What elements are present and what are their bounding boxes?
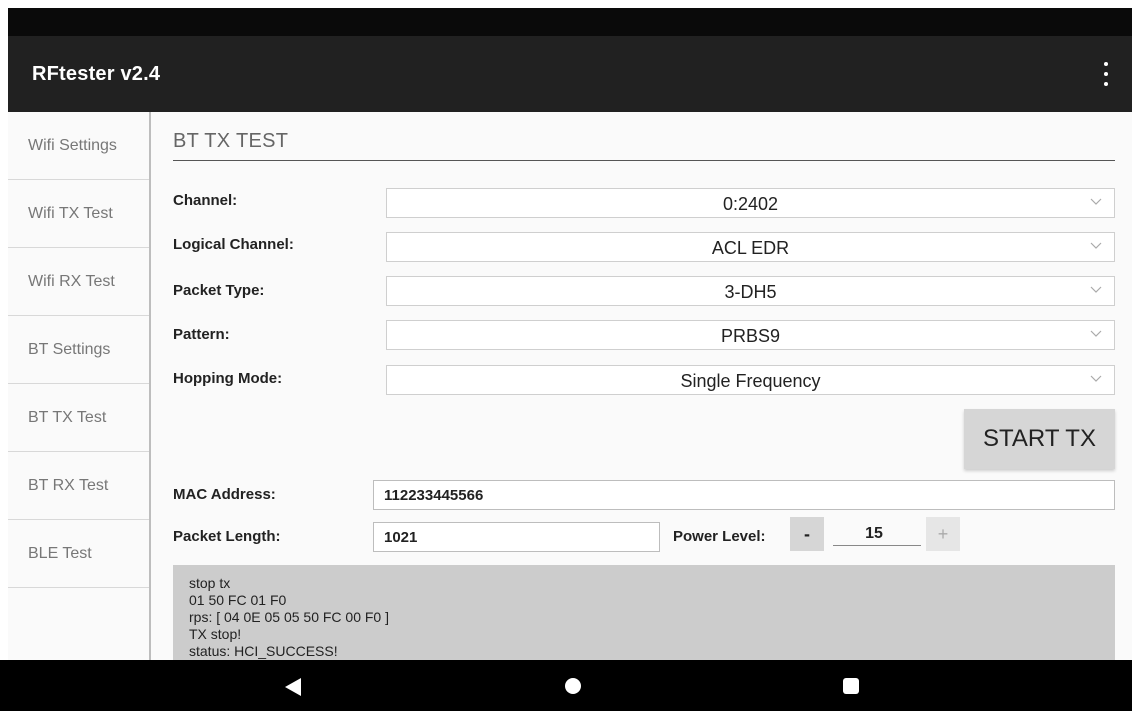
more-vert-icon[interactable] [1100,62,1112,86]
nav-recents-icon[interactable] [843,678,859,694]
packet-length-label: Packet Length: [173,528,281,545]
packet-type-value: 3-DH5 [724,282,777,302]
console-line: rps: [ 04 0E 05 05 50 FC 00 F0 ] [189,609,389,625]
start-tx-button[interactable]: START TX [964,409,1115,469]
power-level-label: Power Level: [673,528,766,545]
sidebar-item-bt-rx-test[interactable]: BT RX Test [8,452,149,520]
console-line: stop tx [189,575,231,591]
section-title: BT TX TEST [173,130,289,152]
console-line: TX stop! [189,626,242,642]
power-increase-button[interactable]: + [926,517,960,551]
nav-home-icon[interactable] [565,678,581,694]
console-log[interactable]: stop tx 01 50 FC 01 F0 rps: [ 04 0E 05 0… [173,565,1115,660]
app-title: RFtester v2.4 [32,63,161,85]
chevron-down-icon [1090,198,1102,205]
sidebar-item-wifi-tx-test[interactable]: Wifi TX Test [8,180,149,248]
app-bar: RFtester v2.4 [8,36,1132,112]
chevron-down-icon [1090,242,1102,249]
chevron-down-icon [1090,375,1102,382]
logical-channel-label: Logical Channel: [173,236,294,253]
sidebar-item-ble-test[interactable]: BLE Test [8,520,149,588]
channel-label: Channel: [173,192,238,209]
nav-back-icon[interactable] [285,678,301,696]
content-area: Wifi Settings Wifi TX Test Wifi RX Test … [8,112,1132,660]
status-bar [8,8,1132,36]
pattern-value: PRBS9 [720,326,781,346]
chevron-down-icon [1090,286,1102,293]
sidebar-item-bt-tx-test[interactable]: BT TX Test [8,384,149,452]
channel-value: 0:2402 [722,194,779,214]
channel-select[interactable]: 0:2402 [386,188,1115,218]
logical-channel-value: ACL EDR [711,238,790,258]
hopping-mode-select[interactable]: Single Frequency [386,365,1115,395]
section-divider [173,160,1115,161]
hopping-mode-value: Single Frequency [680,371,821,391]
console-line: 01 50 FC 01 F0 [189,592,287,608]
sidebar: Wifi Settings Wifi TX Test Wifi RX Test … [8,112,151,660]
power-level-underline [833,545,921,546]
pattern-label: Pattern: [173,326,230,343]
navigation-bar [0,660,1132,711]
packet-type-label: Packet Type: [173,282,265,299]
console-line: status: HCI_SUCCESS! [189,643,338,659]
hopping-mode-label: Hopping Mode: [173,370,283,387]
sidebar-item-wifi-rx-test[interactable]: Wifi RX Test [8,248,149,316]
mac-address-input[interactable]: 112233445566 [373,480,1115,510]
power-decrease-button[interactable]: - [790,517,824,551]
logical-channel-select[interactable]: ACL EDR [386,232,1115,262]
sidebar-item-wifi-settings[interactable]: Wifi Settings [8,112,149,180]
pattern-select[interactable]: PRBS9 [386,320,1115,350]
sidebar-item-bt-settings[interactable]: BT Settings [8,316,149,384]
packet-length-input[interactable]: 1021 [373,522,660,552]
packet-type-select[interactable]: 3-DH5 [386,276,1115,306]
chevron-down-icon [1090,330,1102,337]
mac-address-label: MAC Address: [173,486,276,503]
main-panel: BT TX TEST Channel: 0:2402 Logical Chann… [173,112,1115,660]
